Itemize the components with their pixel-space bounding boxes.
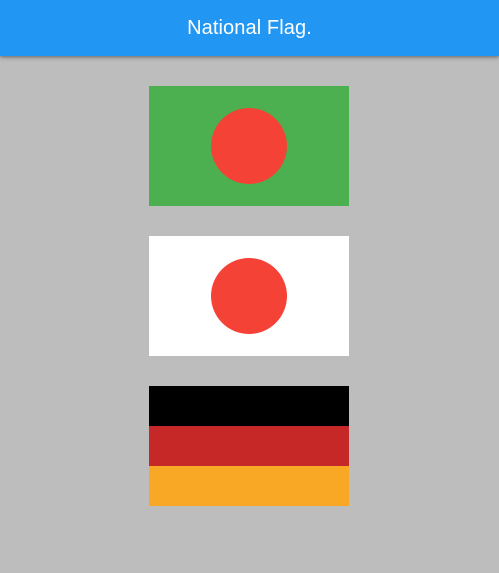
app-bar: National Flag. [0,0,499,56]
japan-flag [149,236,349,356]
bangladesh-flag [149,86,349,206]
germany-flag [149,386,349,506]
bangladesh-flag-circle [211,108,287,184]
app-title: National Flag. [187,17,312,39]
japan-flag-circle [211,258,287,334]
germany-flag-stripe-gold [149,466,349,506]
germany-flag-stripe-red [149,426,349,466]
germany-flag-stripe-black [149,386,349,426]
